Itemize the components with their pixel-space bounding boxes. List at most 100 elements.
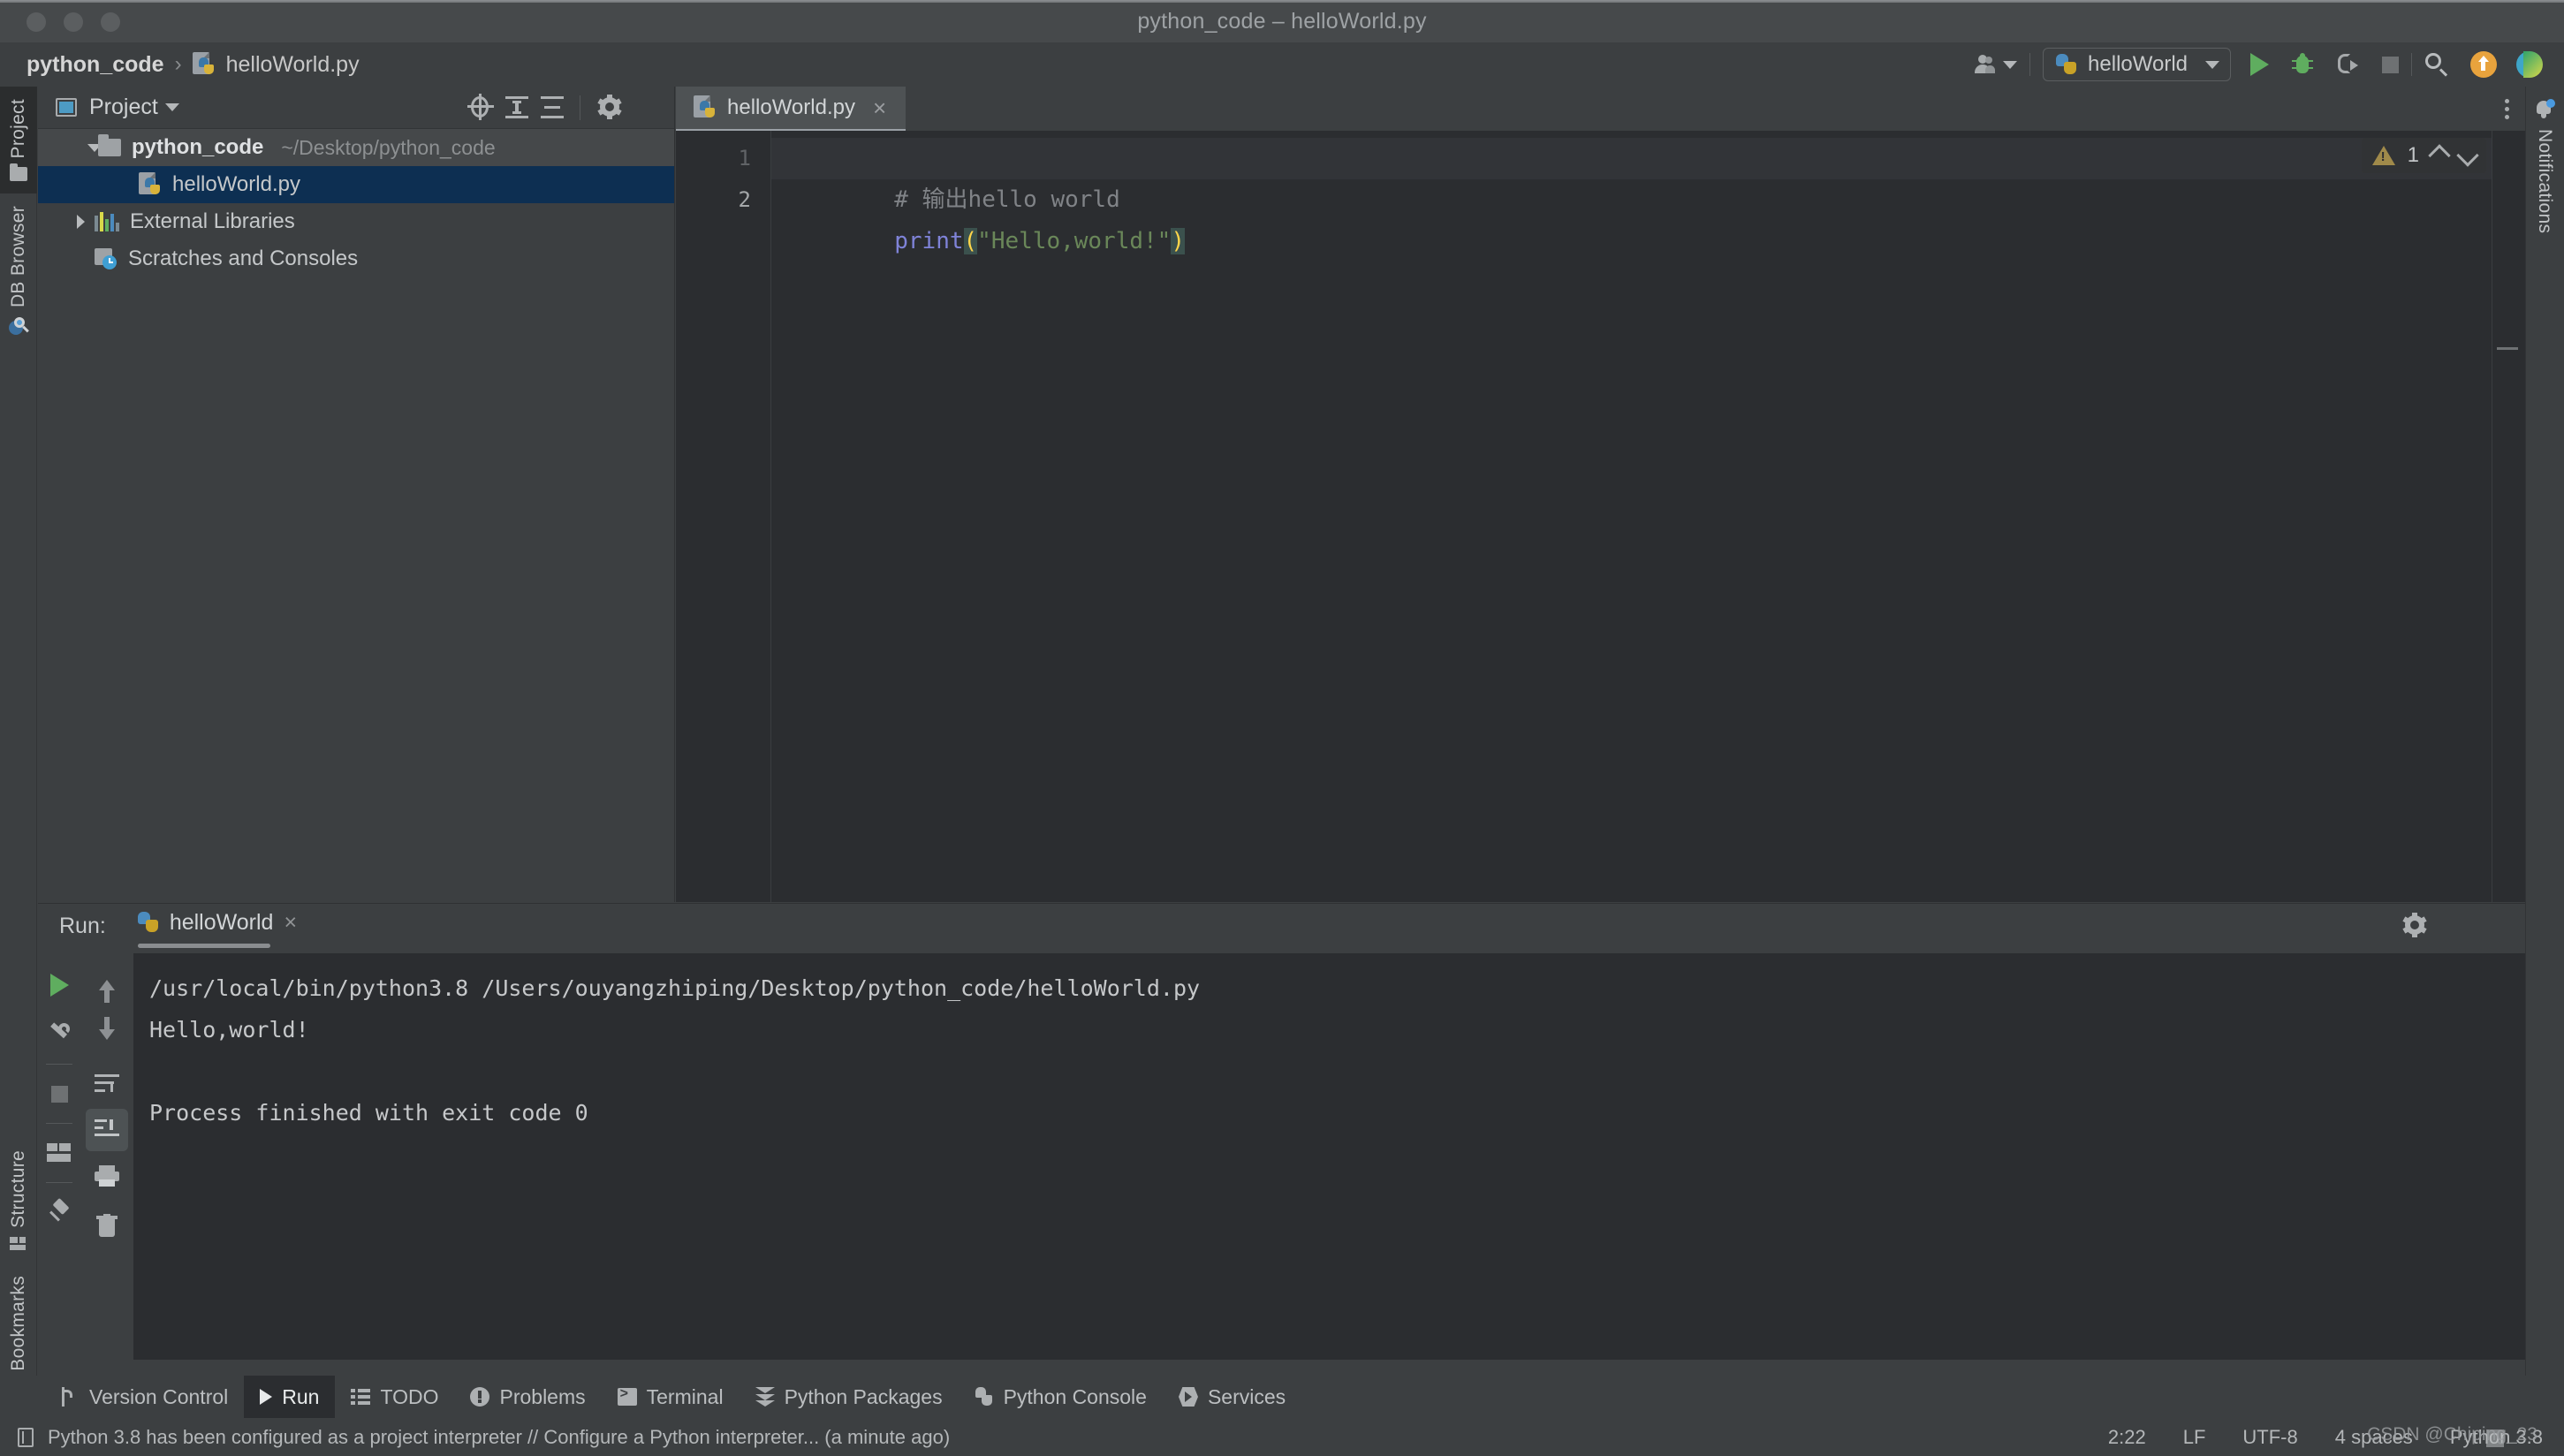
- debug-button[interactable]: [2292, 47, 2313, 82]
- divider: [46, 1123, 72, 1124]
- stop-square-icon: [50, 1085, 68, 1103]
- update-project-button[interactable]: [2470, 47, 2497, 82]
- scroll-marker: [2497, 347, 2518, 350]
- run-panel-label: Run:: [59, 913, 106, 938]
- editor-scrollbar-strip[interactable]: [2492, 131, 2525, 902]
- hide-panel-button[interactable]: [630, 93, 660, 123]
- user-avatar-icon: [1973, 54, 1996, 75]
- layout-settings-button[interactable]: [38, 1128, 80, 1178]
- line-separator[interactable]: LF: [2183, 1426, 2206, 1449]
- status-message-area[interactable]: Python 3.8 has been configured as a proj…: [18, 1426, 950, 1449]
- stop-button[interactable]: [2382, 47, 2399, 82]
- arrow-down-icon: [99, 1017, 115, 1040]
- scroll-to-end-button[interactable]: [86, 1109, 128, 1151]
- sidebar-item-project[interactable]: Project: [0, 87, 37, 194]
- zoom-window-button[interactable]: [101, 12, 120, 32]
- chevron-down-icon[interactable]: [2456, 144, 2479, 167]
- chevron-down-icon[interactable]: [164, 103, 179, 111]
- breadcrumb-file[interactable]: helloWorld.py: [226, 52, 360, 78]
- select-opened-file-button[interactable]: [467, 93, 497, 123]
- editor-tab-options[interactable]: [2505, 87, 2525, 131]
- breadcrumb-project[interactable]: python_code: [27, 52, 164, 78]
- code-editor[interactable]: 1 2 # 输出hello world print("Hello,world!"…: [676, 131, 2525, 902]
- tree-row[interactable]: python_code ~/Desktop/python_code: [38, 129, 674, 166]
- sidebar-item-label: Structure: [8, 1150, 28, 1229]
- tool-window-run[interactable]: Run: [244, 1376, 336, 1418]
- project-panel-header: Project: [38, 87, 674, 129]
- tool-window-python-packages[interactable]: Python Packages: [740, 1376, 959, 1418]
- python-icon: [137, 912, 159, 933]
- hide-run-panel-button[interactable]: [2465, 911, 2495, 941]
- tree-row[interactable]: External Libraries: [38, 203, 674, 240]
- caret-position[interactable]: 2:22: [2108, 1426, 2146, 1449]
- notification-log-icon[interactable]: [18, 1427, 34, 1447]
- code-lines[interactable]: # 输出hello world print("Hello,world!"): [771, 131, 2525, 902]
- editor-tab-helloworld[interactable]: helloWorld.py ×: [676, 87, 907, 131]
- close-window-button[interactable]: [27, 12, 46, 32]
- sidebar-item-notifications[interactable]: Notifications: [2526, 87, 2563, 246]
- main-toolbar: helloWorld: [1973, 42, 2543, 87]
- chevron-up-icon[interactable]: [2428, 144, 2451, 167]
- todo-icon: [351, 1387, 371, 1407]
- project-panel-title: Project: [89, 95, 158, 119]
- previous-occurrence-button[interactable]: [86, 960, 128, 1010]
- run-settings-button[interactable]: [2400, 911, 2430, 941]
- status-indicators: 2:22 LF UTF-8 4 spaces Python 3.8 CSDN @…: [2108, 1424, 2543, 1449]
- run-console-output[interactable]: /usr/local/bin/python3.8 /Users/ouyangzh…: [133, 953, 2525, 1360]
- tree-row[interactable]: Scratches and Consoles: [38, 240, 674, 277]
- chevron-right-icon[interactable]: [77, 215, 85, 229]
- file-encoding[interactable]: UTF-8: [2242, 1426, 2297, 1449]
- close-icon[interactable]: ×: [284, 910, 297, 936]
- sidebar-item-label: DB Browser: [8, 206, 28, 308]
- search-everywhere-button[interactable]: [2424, 47, 2449, 82]
- rerun-button[interactable]: [38, 960, 80, 1010]
- run-tab-helloworld[interactable]: helloWorld ×: [137, 910, 297, 948]
- tool-window-label: Services: [1207, 1384, 1286, 1408]
- tool-window-label: Python Packages: [784, 1384, 943, 1408]
- pin-tab-button[interactable]: [38, 1187, 80, 1237]
- run-tool-window: Run: helloWorld × /usr/local/bin/python3…: [38, 903, 2525, 1360]
- run-panel-header: Run: helloWorld ×: [38, 904, 2525, 948]
- run-configuration-selector[interactable]: helloWorld: [2043, 48, 2231, 81]
- db-browser-icon: [9, 316, 29, 335]
- modify-run-configuration-button[interactable]: [38, 1010, 80, 1059]
- minimize-window-button[interactable]: [64, 12, 83, 32]
- expand-all-button[interactable]: [502, 93, 532, 123]
- toolbar-divider: [2029, 53, 2031, 76]
- python-file-icon: [139, 172, 162, 197]
- tool-window-python-console[interactable]: Python Console: [959, 1376, 1163, 1418]
- panel-settings-button[interactable]: [595, 93, 625, 123]
- collapse-all-button[interactable]: [537, 93, 567, 123]
- tool-window-label: Terminal: [646, 1384, 724, 1408]
- pin-icon: [48, 1197, 71, 1224]
- tool-window-label: Problems: [499, 1384, 586, 1408]
- tool-window-todo[interactable]: TODO: [335, 1376, 454, 1418]
- services-icon: [1178, 1387, 1198, 1407]
- status-bar: Python 3.8 has been configured as a proj…: [0, 1418, 2564, 1456]
- clear-all-button[interactable]: [86, 1201, 128, 1250]
- tree-item-label: External Libraries: [130, 209, 295, 233]
- python-packages-icon: [755, 1387, 775, 1407]
- inspection-widget[interactable]: 1: [2361, 138, 2486, 173]
- user-account-button[interactable]: [1973, 47, 2018, 82]
- ide-logo-button[interactable]: [2516, 47, 2543, 82]
- code-line-1[interactable]: # 输出hello world: [771, 138, 2525, 213]
- close-icon[interactable]: ×: [873, 96, 886, 119]
- layout-icon: [47, 1143, 72, 1163]
- soft-wrap-button[interactable]: [86, 1059, 128, 1109]
- tree-row[interactable]: helloWorld.py: [38, 166, 674, 203]
- stop-process-button[interactable]: [38, 1069, 80, 1119]
- tool-window-version-control[interactable]: Version Control: [44, 1376, 244, 1418]
- run-coverage-button[interactable]: [2336, 47, 2359, 82]
- sidebar-item-structure[interactable]: Structure: [0, 1138, 37, 1263]
- editor-tab-strip: helloWorld.py ×: [676, 87, 2525, 131]
- next-occurrence-button[interactable]: [86, 1010, 128, 1059]
- tool-window-problems[interactable]: Problems: [454, 1376, 601, 1418]
- run-configuration-name: helloWorld: [2088, 52, 2188, 76]
- run-button[interactable]: [2250, 47, 2269, 82]
- tool-window-terminal[interactable]: Terminal: [602, 1376, 740, 1418]
- sidebar-item-label: Project: [8, 99, 28, 159]
- tool-window-services[interactable]: Services: [1163, 1376, 1301, 1418]
- sidebar-item-db-browser[interactable]: DB Browser: [0, 193, 37, 346]
- print-button[interactable]: [86, 1151, 128, 1201]
